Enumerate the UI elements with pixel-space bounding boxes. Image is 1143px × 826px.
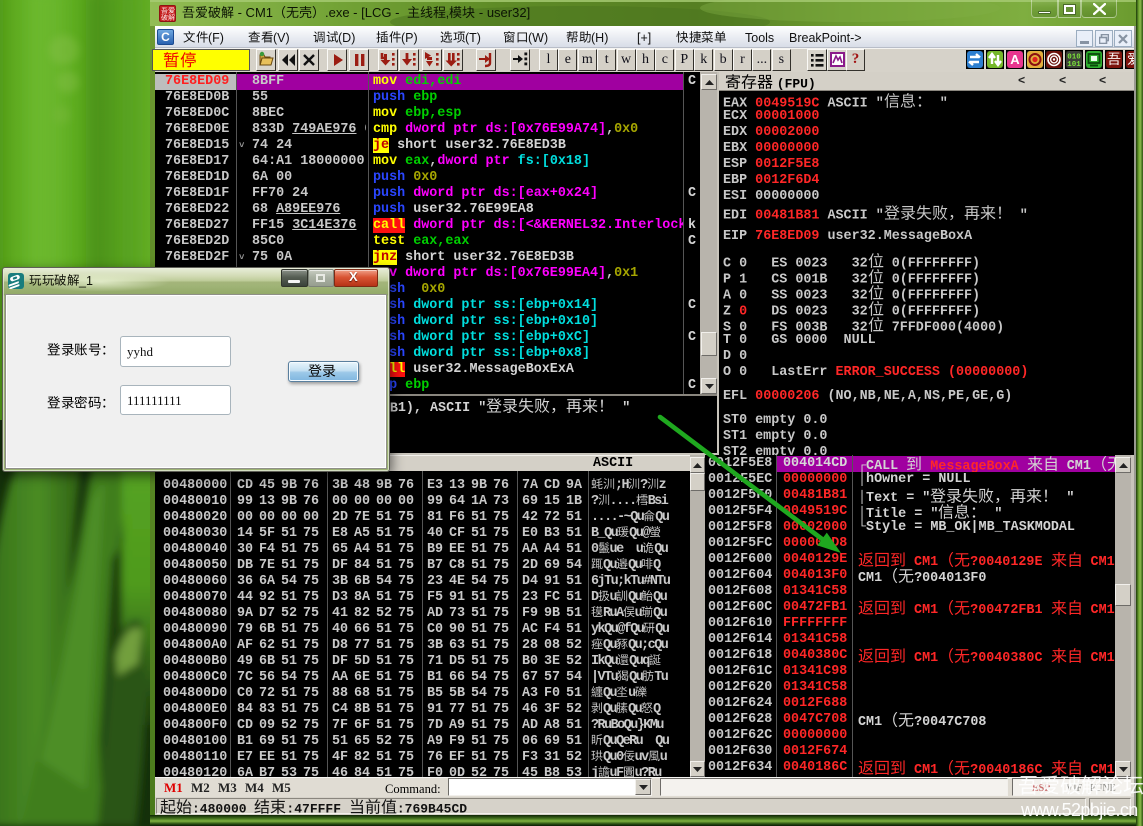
- svg-text:A: A: [1010, 52, 1020, 67]
- svg-text:101: 101: [1067, 61, 1081, 69]
